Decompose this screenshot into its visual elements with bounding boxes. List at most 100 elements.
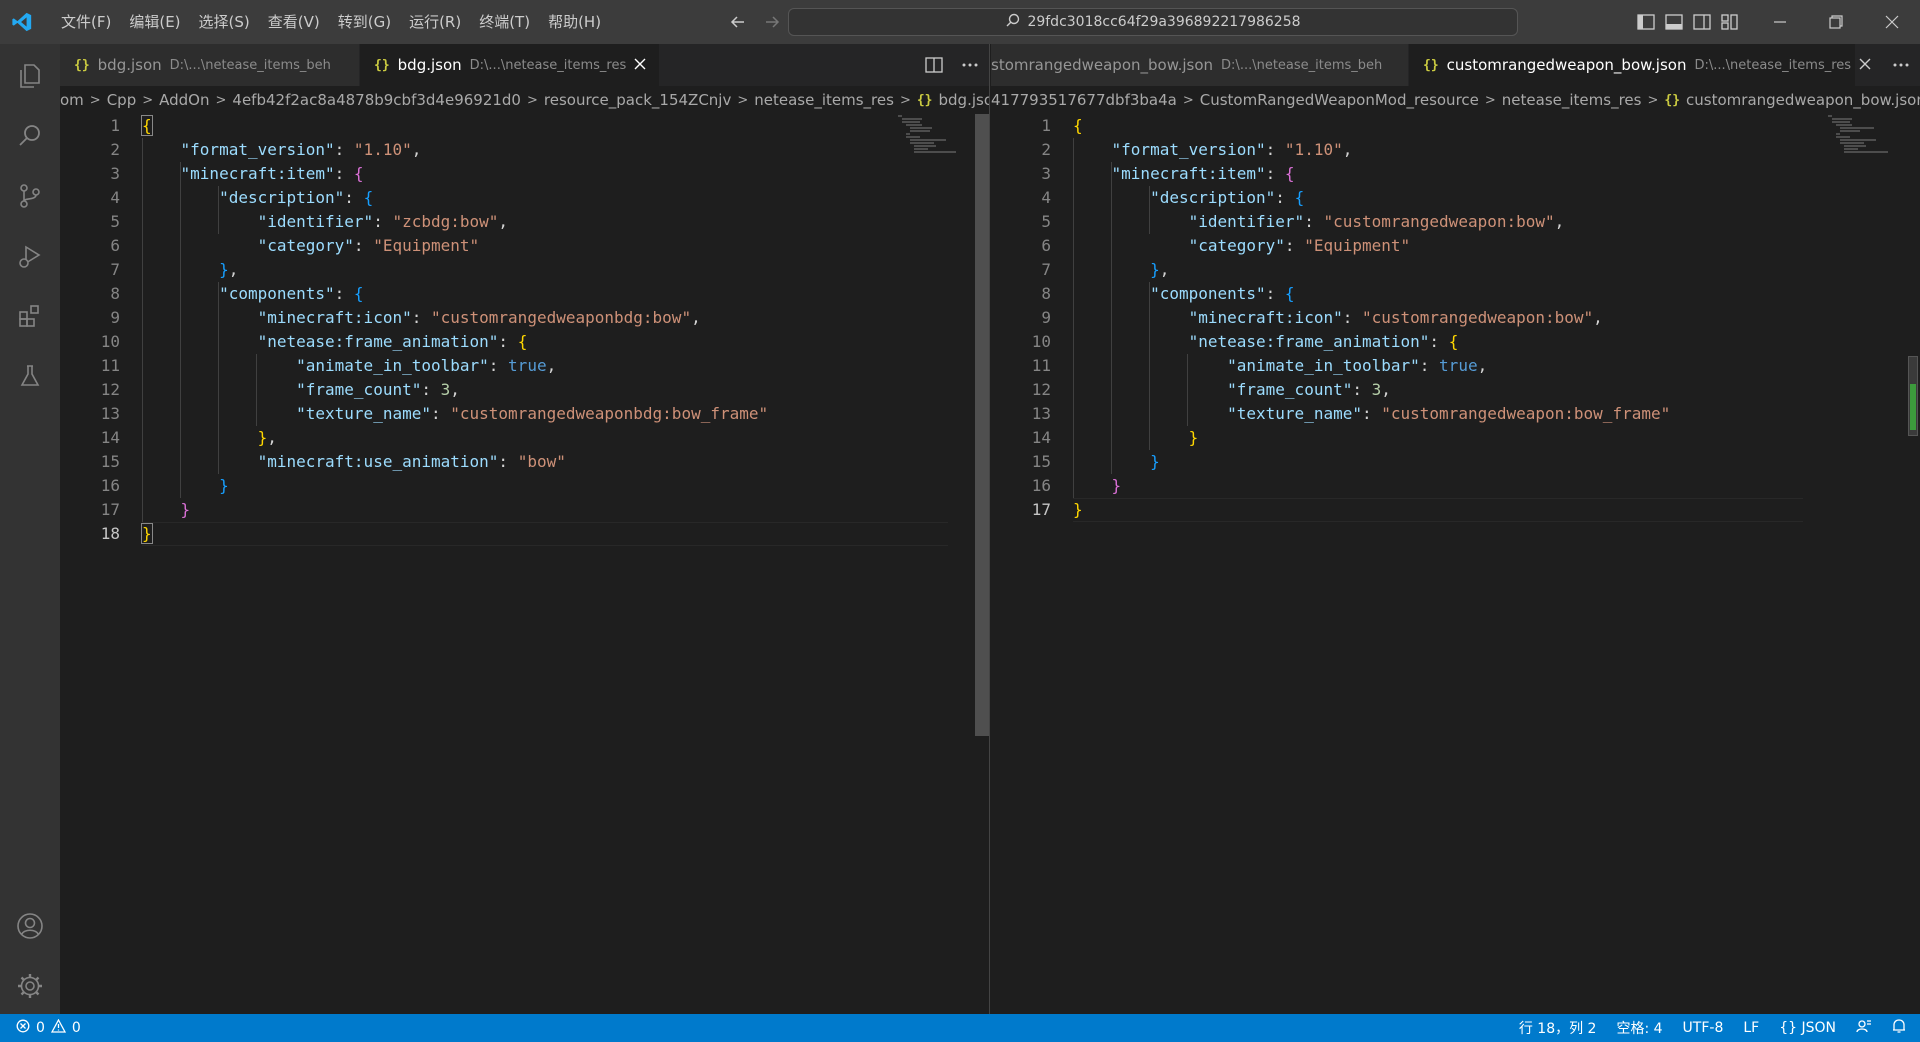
code-line: 9 "minecraft:icon": "customrangedweapon:… — [1041, 308, 1603, 327]
code-editor-right[interactable]: 1{ 2 "format_version": "1.10", 3 "minecr… — [991, 114, 1920, 1014]
toggle-secondary-sidebar-icon[interactable] — [1692, 12, 1712, 32]
json-file-icon: {} — [916, 92, 933, 108]
minimap-left[interactable] — [896, 114, 976, 174]
menu-go[interactable]: 转到(G) — [329, 7, 400, 37]
account-icon[interactable] — [0, 898, 60, 954]
breadcrumb-item[interactable]: netease_items_res — [754, 91, 894, 109]
breadcrumb-item[interactable]: CustomRangedWeaponMod_resource — [1200, 91, 1479, 109]
code-line: 11 "animate_in_toolbar": true, — [1031, 356, 1488, 375]
code-line: 14 } — [1031, 428, 1199, 447]
editor-actions-left — [923, 44, 981, 86]
breadcrumb-item[interactable]: 4efb42f2ac8a4878b9cbf3d4e96921d0 — [232, 91, 521, 109]
indentation[interactable]: 空格: 4 — [1616, 1018, 1662, 1038]
breadcrumb-item[interactable]: om — [60, 91, 84, 109]
breadcrumb-item[interactable]: netease_items_res — [1502, 91, 1642, 109]
breadcrumb-item[interactable]: bdg.json — [939, 91, 990, 109]
menu-bar: 文件(F) 编辑(E) 选择(S) 查看(V) 转到(G) 运行(R) 终端(T… — [52, 7, 610, 37]
tab-bdg-json-beh[interactable]: {} bdg.json D:\...\netease_items_beh — [60, 44, 360, 86]
source-control-icon[interactable] — [0, 168, 60, 224]
code-line: 7 }, — [1041, 260, 1170, 279]
encoding[interactable]: UTF-8 — [1683, 1020, 1724, 1036]
breadcrumb-item[interactable]: Cpp — [107, 91, 137, 109]
code-line: 3 "minecraft:item": { — [110, 164, 364, 183]
testing-flask-icon[interactable] — [0, 348, 60, 404]
more-actions-icon[interactable] — [959, 54, 981, 76]
tab-bow-json-res[interactable]: {} customrangedweapon_bow.json D:\...\ne… — [1409, 44, 1871, 86]
warning-icon — [50, 1018, 67, 1037]
code-line: 6 "category": "Equipment" — [110, 236, 480, 255]
breadcrumb-left: om > Cpp > AddOn > 4efb42f2ac8a4878b9cbf3d4… — [60, 86, 989, 114]
language-mode[interactable]: {} JSON — [1779, 1020, 1836, 1036]
code-line: 11 "animate_in_toolbar": true, — [100, 356, 557, 375]
code-line: 14 }, — [100, 428, 277, 447]
restore-icon[interactable] — [1808, 0, 1864, 44]
code-line: 2 "format_version": "1.10", — [110, 140, 422, 159]
tab-close-icon[interactable] — [1859, 56, 1871, 74]
code-line: 5 "identifier": "zcbdg:bow", — [110, 212, 509, 231]
code-line: 12 "frame_count": 3, — [1031, 380, 1391, 399]
minimap-right[interactable] — [1826, 114, 1906, 174]
scroll-change-marker — [1910, 384, 1916, 430]
breadcrumb-item[interactable]: AddOn — [159, 91, 209, 109]
minimize-icon[interactable] — [1752, 0, 1808, 44]
explorer-icon[interactable] — [0, 48, 60, 104]
more-actions-icon[interactable] — [1890, 54, 1912, 76]
code-line: 13 "texture_name": "customrangedweapon:b… — [1031, 404, 1671, 423]
breadcrumb-item[interactable]: customrangedweapon_bow.json — [1686, 91, 1920, 109]
command-center-search[interactable]: 29fdc3018cc64f29a396892217986258 — [788, 8, 1518, 36]
code-line: 1{ — [1041, 116, 1083, 135]
code-line: 12 "frame_count": 3, — [100, 380, 460, 399]
code-line: 6 "category": "Equipment" — [1041, 236, 1411, 255]
tab-path: D:\...\netease_items_beh — [169, 57, 331, 73]
tab-bdg-json-res[interactable]: {} bdg.json D:\...\netease_items_res — [360, 44, 660, 86]
toggle-primary-sidebar-icon[interactable] — [1636, 12, 1656, 32]
tab-bar-right: stomrangedweapon_bow.json D:\...\netease… — [991, 44, 1920, 86]
back-arrow-icon[interactable] — [726, 10, 750, 34]
menu-terminal[interactable]: 终端(T) — [470, 7, 539, 37]
menu-file[interactable]: 文件(F) — [52, 7, 120, 37]
end-of-line[interactable]: LF — [1743, 1020, 1759, 1036]
split-editor-icon[interactable] — [923, 54, 945, 76]
search-view-icon[interactable] — [0, 108, 60, 164]
forward-arrow-icon[interactable] — [760, 10, 784, 34]
search-icon — [1005, 12, 1021, 32]
tab-filename: bdg.json — [397, 56, 462, 74]
menu-selection[interactable]: 选择(S) — [190, 7, 259, 37]
tab-filename: customrangedweapon_bow.json — [1446, 56, 1687, 74]
warning-count: 0 — [71, 1020, 81, 1036]
menu-help[interactable]: 帮助(H) — [539, 7, 610, 37]
extensions-icon[interactable] — [0, 288, 60, 344]
menu-run[interactable]: 运行(R) — [400, 7, 470, 37]
cursor-position[interactable]: 行 18，列 2 — [1519, 1018, 1597, 1038]
code-line: 8 "components": { — [110, 284, 364, 303]
code-line: 5 "identifier": "customrangedweapon:bow"… — [1041, 212, 1565, 231]
settings-gear-icon[interactable] — [0, 958, 60, 1014]
breadcrumb-item[interactable]: 417793517677dbf3ba4a — [991, 91, 1177, 109]
tab-close-icon[interactable] — [634, 56, 646, 74]
code-line: 1{ — [110, 115, 153, 136]
code-line: 16 } — [100, 476, 229, 495]
breadcrumb-right: 417793517677dbf3ba4a > CustomRangedWeapon… — [991, 86, 1920, 114]
tab-filename: stomrangedweapon_bow.json — [991, 56, 1214, 74]
breadcrumb-item[interactable]: resource_pack_154ZCnjv — [544, 91, 731, 109]
window-controls — [1752, 0, 1920, 44]
toggle-panel-icon[interactable] — [1664, 12, 1684, 32]
title-bar: 文件(F) 编辑(E) 选择(S) 查看(V) 转到(G) 运行(R) 终端(T… — [0, 0, 1920, 44]
code-editor-left[interactable]: 1{ 2 "format_version": "1.10", 3 "minecr… — [60, 114, 989, 1014]
search-text: 29fdc3018cc64f29a396892217986258 — [1027, 14, 1301, 30]
problems-indicator[interactable]: 0 0 — [16, 1014, 81, 1042]
code-line: 2 "format_version": "1.10", — [1041, 140, 1353, 159]
tab-path: D:\...\netease_items_res — [1694, 57, 1852, 73]
notifications-bell-icon[interactable] — [1892, 1018, 1906, 1038]
feedback-icon[interactable] — [1856, 1018, 1872, 1038]
code-line: 8 "components": { — [1041, 284, 1295, 303]
tab-bow-json-beh[interactable]: stomrangedweapon_bow.json D:\...\netease… — [991, 44, 1409, 86]
menu-edit[interactable]: 编辑(E) — [120, 7, 189, 37]
code-line: 17} — [1031, 500, 1083, 519]
run-debug-icon[interactable] — [0, 228, 60, 284]
editor-actions-right — [1890, 44, 1912, 86]
vertical-scrollbar-left[interactable] — [975, 114, 989, 736]
menu-view[interactable]: 查看(V) — [259, 7, 329, 37]
customize-layout-icon[interactable] — [1720, 12, 1740, 32]
close-window-icon[interactable] — [1864, 0, 1920, 44]
